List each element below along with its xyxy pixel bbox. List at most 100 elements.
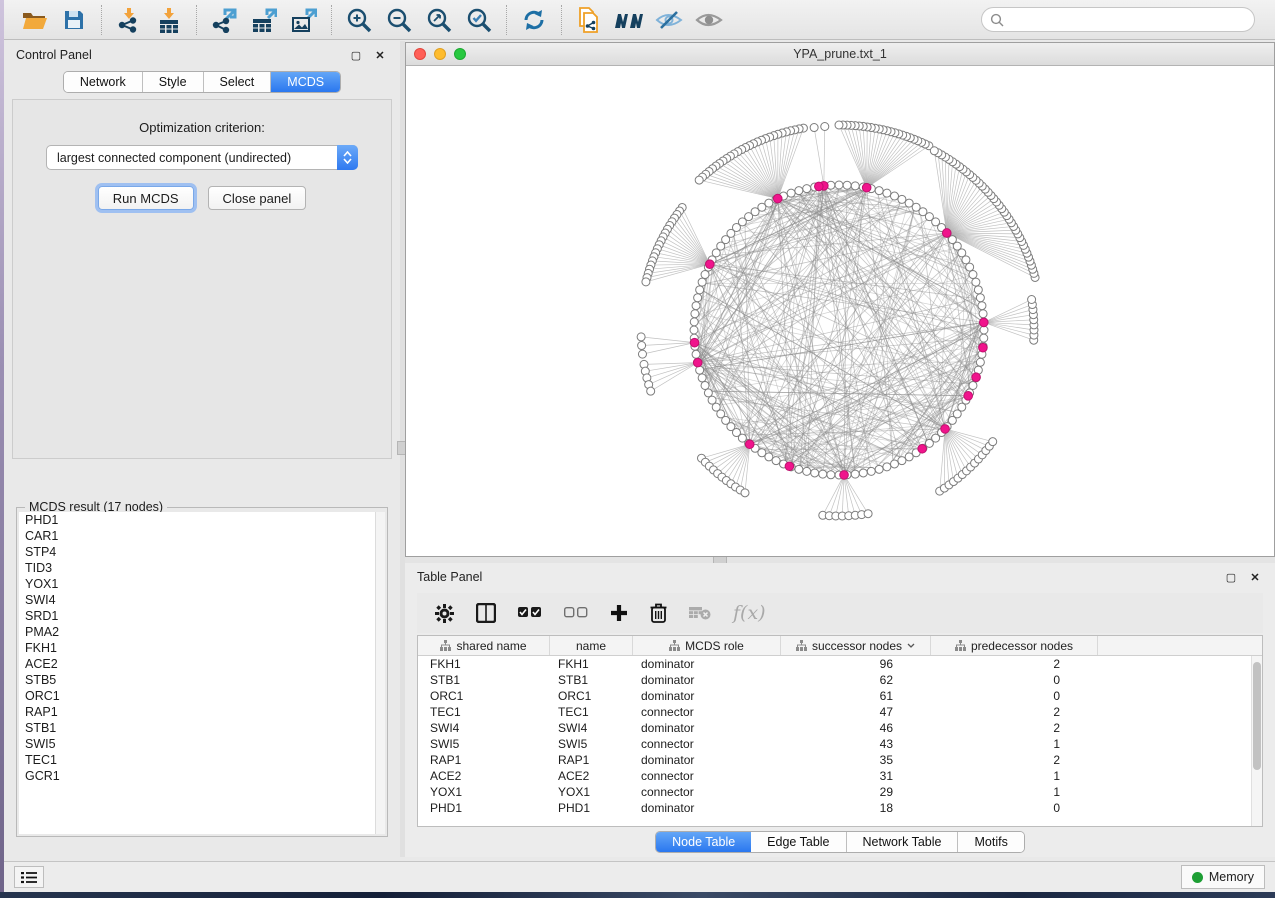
network-node[interactable] <box>827 471 835 479</box>
mcds-result-item[interactable]: FKH1 <box>19 640 375 656</box>
network-node[interactable] <box>980 334 988 342</box>
tab-network[interactable]: Network <box>64 72 143 92</box>
save-button[interactable] <box>54 3 94 37</box>
float-panel-icon[interactable]: ▢ <box>348 47 364 63</box>
network-node[interactable] <box>698 278 706 286</box>
import-table-button[interactable] <box>149 3 189 37</box>
network-node[interactable] <box>851 470 859 478</box>
zoom-selected-button[interactable] <box>459 3 499 37</box>
table-scrollbar-thumb[interactable] <box>1253 662 1261 770</box>
column-header-shared-name[interactable]: shared name <box>418 636 550 655</box>
mcds-dominator-node[interactable] <box>942 229 951 238</box>
close-panel-icon[interactable]: ✕ <box>1247 569 1263 585</box>
hide-selected-button[interactable] <box>649 3 689 37</box>
network-node[interactable] <box>966 263 974 271</box>
export-image-button[interactable] <box>284 3 324 37</box>
table-scrollbar[interactable] <box>1251 656 1262 826</box>
network-node[interactable] <box>898 457 906 465</box>
column-header-successor-nodes[interactable]: successor nodes <box>781 636 931 655</box>
network-node[interactable] <box>692 350 700 358</box>
clear-table-button[interactable] <box>689 606 711 620</box>
network-node[interactable] <box>969 271 977 279</box>
mcds-result-item[interactable]: CAR1 <box>19 528 375 544</box>
mcds-result-item[interactable]: PMA2 <box>19 624 375 640</box>
refresh-button[interactable] <box>514 3 554 37</box>
mcds-dominator-node[interactable] <box>972 373 981 382</box>
network-node[interactable] <box>974 286 982 294</box>
network-node[interactable] <box>851 182 859 190</box>
mcds-dominator-node[interactable] <box>693 358 702 367</box>
column-header-name[interactable]: name <box>550 636 633 655</box>
mcds-result-item[interactable]: TEC1 <box>19 752 375 768</box>
mcds-list-scrollbar[interactable] <box>375 512 385 834</box>
network-node[interactable] <box>989 438 997 446</box>
mcds-result-item[interactable]: ACE2 <box>19 656 375 672</box>
column-header-MCDS-role[interactable]: MCDS role <box>633 636 781 655</box>
network-node[interactable] <box>695 176 703 184</box>
mcds-result-item[interactable]: RAP1 <box>19 704 375 720</box>
export-network-button[interactable] <box>204 3 244 37</box>
network-node[interactable] <box>859 469 867 477</box>
network-node[interactable] <box>638 342 646 350</box>
deselect-all-button[interactable] <box>564 607 588 619</box>
table-row[interactable]: STB1STB1dominator620 <box>418 672 1262 688</box>
search-input[interactable] <box>1009 13 1246 27</box>
network-node[interactable] <box>638 350 646 358</box>
table-row[interactable]: SWI5SWI5connector431 <box>418 736 1262 752</box>
table-row[interactable]: FKH1FKH1dominator962 <box>418 656 1262 672</box>
table-row[interactable]: ORC1ORC1dominator610 <box>418 688 1262 704</box>
network-node[interactable] <box>867 467 875 475</box>
network-node[interactable] <box>795 465 803 473</box>
network-canvas[interactable] <box>406 66 1274 556</box>
network-node[interactable] <box>835 121 843 129</box>
mcds-result-item[interactable]: PHD1 <box>19 512 375 528</box>
network-node[interactable] <box>642 278 650 286</box>
mcds-dominator-node[interactable] <box>785 462 794 471</box>
table-row[interactable]: TEC1TEC1connector472 <box>418 704 1262 720</box>
network-node[interactable] <box>803 185 811 193</box>
close-panel-button[interactable]: Close panel <box>208 186 307 210</box>
mcds-dominator-node[interactable] <box>918 444 927 453</box>
delete-column-button[interactable] <box>650 603 667 623</box>
network-node[interactable] <box>969 381 977 389</box>
network-node[interactable] <box>701 271 709 279</box>
network-node[interactable] <box>883 463 891 471</box>
task-history-button[interactable] <box>14 866 44 888</box>
mcds-result-item[interactable]: GCR1 <box>19 768 375 784</box>
show-all-button[interactable] <box>689 3 729 37</box>
network-node[interactable] <box>1028 295 1036 303</box>
mcds-result-item[interactable]: SWI4 <box>19 592 375 608</box>
network-node[interactable] <box>976 294 984 302</box>
window-minimize-icon[interactable] <box>434 48 446 60</box>
mcds-dominator-node[interactable] <box>979 343 988 352</box>
tab-edge-table[interactable]: Edge Table <box>751 832 846 852</box>
mcds-dominator-node[interactable] <box>980 318 989 327</box>
mcds-result-item[interactable]: STP4 <box>19 544 375 560</box>
network-node[interactable] <box>819 470 827 478</box>
table-row[interactable]: RAP1RAP1dominator352 <box>418 752 1262 768</box>
network-node[interactable] <box>810 124 818 132</box>
tab-network-table[interactable]: Network Table <box>847 832 959 852</box>
window-close-icon[interactable] <box>414 48 426 60</box>
network-node[interactable] <box>803 467 811 475</box>
network-node[interactable] <box>692 302 700 310</box>
network-node[interactable] <box>690 318 698 326</box>
tab-node-table[interactable]: Node Table <box>656 832 751 852</box>
run-mcds-button[interactable]: Run MCDS <box>98 186 194 210</box>
network-node[interactable] <box>637 333 645 341</box>
tab-select[interactable]: Select <box>204 72 272 92</box>
network-node[interactable] <box>765 453 773 461</box>
window-zoom-icon[interactable] <box>454 48 466 60</box>
mcds-dominator-node[interactable] <box>690 338 699 347</box>
memory-button[interactable]: Memory <box>1181 865 1265 889</box>
open-file-button[interactable] <box>14 3 54 37</box>
network-node[interactable] <box>875 187 883 195</box>
column-layout-button[interactable] <box>476 603 496 623</box>
network-node[interactable] <box>843 181 851 189</box>
network-node[interactable] <box>835 181 843 189</box>
tab-motifs[interactable]: Motifs <box>958 832 1023 852</box>
zoom-out-button[interactable] <box>379 3 419 37</box>
mcds-result-item[interactable]: STB1 <box>19 720 375 736</box>
network-node[interactable] <box>864 510 872 518</box>
network-node[interactable] <box>979 310 987 318</box>
